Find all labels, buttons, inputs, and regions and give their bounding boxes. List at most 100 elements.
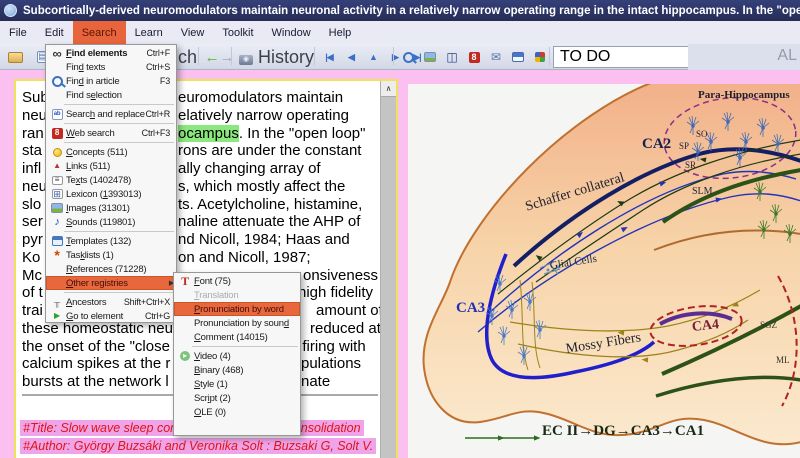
label-ca3: CA3 — [456, 300, 485, 317]
submenu-item-style[interactable]: Style (1) — [174, 377, 300, 391]
dictionary-button[interactable]: ◫ — [441, 46, 463, 68]
toolbar-right-panel: AL — [688, 44, 800, 70]
image-export-icon — [424, 52, 436, 62]
menu-item-texts[interactable]: ≡Texts (1402478) — [46, 173, 176, 187]
app-icon — [4, 4, 17, 17]
nav-button-1[interactable]: ◀ — [340, 46, 362, 68]
menu-item-search-and-replace[interactable]: abSearch and replaceCtrl+R — [46, 107, 176, 121]
menu-item-other-registries[interactable]: Other registries▶ — [46, 276, 176, 290]
search-menu: ∞Find elementsCtrl+FFind textsCtrl+SFind… — [45, 44, 177, 323]
binoculars-icon: ∞ — [52, 48, 63, 59]
label-ca2: CA2 — [642, 136, 671, 153]
article-line: sernaline attenuate the AHP of — [22, 213, 43, 231]
history-label: History — [258, 47, 314, 68]
menu-item-sounds[interactable]: ♪Sounds (119801) — [46, 215, 176, 229]
label-para-hippocampus: Para-Hippocampus — [698, 89, 790, 101]
menubar-edit[interactable]: Edit — [36, 21, 73, 44]
menubar-toolkit[interactable]: Toolkit — [213, 21, 262, 44]
submenu-item-font[interactable]: TFont (75) — [174, 274, 300, 288]
search-button[interactable] — [397, 46, 419, 68]
font-icon: T — [180, 276, 191, 287]
article-line: Mconsiveness — [22, 267, 42, 285]
label-so: SO — [696, 129, 708, 139]
go-to-element-icon: ▶ — [52, 311, 63, 322]
texts-icon: ≡ — [52, 176, 63, 185]
nav-button-2[interactable]: ▲ — [362, 46, 384, 68]
label-sr: SR — [685, 160, 696, 170]
label-circuit-legend: EC II→DG→CA3→CA1 — [542, 423, 704, 440]
lexicon-icon: ⊞ — [52, 189, 63, 199]
menu-item-concepts[interactable]: Concepts (511) — [46, 145, 176, 159]
menu-item-images[interactable]: Images (31301) — [46, 201, 176, 215]
web-search-button[interactable]: 8 — [463, 46, 485, 68]
todo-input[interactable] — [553, 46, 691, 68]
window-button[interactable] — [507, 46, 529, 68]
window-icon — [512, 52, 524, 62]
menu-item-tasklists[interactable]: *Tasklists (1) — [46, 248, 176, 262]
article-line: pyrnd Nicoll, 1984; Haas and — [22, 231, 43, 249]
supermemo-window: Subcortically-derived neuromodulators ma… — [0, 0, 800, 458]
ancestors-icon: ╥ — [52, 297, 63, 308]
submenu-item-pronunciation-by-word[interactable]: Pronunciation by word — [174, 302, 300, 316]
menubar-view[interactable]: View — [172, 21, 214, 44]
other-registries-submenu: TFont (75)TranslationPronunciation by wo… — [173, 272, 301, 436]
menu-item-find-selection[interactable]: Find selection — [46, 88, 176, 102]
menu-item-find-texts[interactable]: Find textsCtrl+S — [46, 60, 176, 74]
mail-icon: ✉ — [491, 52, 502, 63]
article-line: ranocampus. In the "open loop" — [22, 125, 44, 143]
menu-item-links[interactable]: ▲Links (511) — [46, 159, 176, 173]
lightbulb-icon — [53, 148, 62, 157]
images-icon — [51, 203, 63, 213]
menu-item-go-to-element[interactable]: ▶Go to elementCtrl+G — [46, 309, 176, 323]
menubar-help[interactable]: Help — [320, 21, 361, 44]
scroll-up-button[interactable]: ∧ — [381, 81, 396, 97]
mail-button[interactable]: ✉ — [485, 46, 507, 68]
article-line: bursts at the network lnate — [22, 373, 169, 391]
menubar-search[interactable]: Search — [73, 21, 126, 44]
replace-icon: ab — [52, 109, 63, 120]
submenu-item-script[interactable]: Script (2) — [174, 391, 300, 405]
menu-item-find-in-article[interactable]: Find in articleF3 — [46, 74, 176, 88]
search-button-fragment[interactable]: ch — [178, 47, 197, 68]
templates-icon — [52, 236, 63, 246]
menubar-learn[interactable]: Learn — [126, 21, 172, 44]
camera-icon: ◉ — [239, 55, 253, 65]
history-button[interactable]: ◉ History — [233, 44, 320, 70]
image-export-button[interactable] — [419, 46, 441, 68]
submenu-item-binary[interactable]: Binary (468) — [174, 363, 300, 377]
links-icon: ▲ — [52, 161, 63, 172]
menu-item-references[interactable]: References (71228) — [46, 262, 176, 276]
label-sp: SP — [679, 141, 689, 151]
menu-item-find-elements[interactable]: ∞Find elementsCtrl+F — [46, 46, 176, 60]
article-line: neuelatively narrow operating — [22, 107, 47, 125]
submenu-item-comment[interactable]: Comment (14015) — [174, 330, 300, 344]
article-line: the onset of the "closet firing with — [22, 338, 170, 356]
article-line: slots. Acetylcholine, histamine, — [22, 196, 41, 214]
brain-outline — [424, 84, 800, 444]
image-pane[interactable]: Para-HippocampusCA2SPSOSRSLMSchaffer col… — [408, 84, 800, 458]
menu-bar: FileEditSearchLearnViewToolkitWindowHelp — [0, 21, 800, 44]
search-icon — [403, 52, 414, 63]
menu-item-templates[interactable]: Templates (132) — [46, 234, 176, 248]
hippocampus-diagram — [408, 84, 800, 458]
label-ml: ML — [776, 355, 790, 365]
history-icon-slot: ◉ — [239, 48, 253, 66]
submenu-item-pronunciation-by-sound[interactable]: Pronunciation by sound — [174, 316, 300, 330]
menu-item-lexicon[interactable]: ⊞Lexicon (1393013) — [46, 187, 176, 201]
article-line: traiamount of — [22, 302, 43, 320]
article-line: neus, which mostly affect the — [22, 178, 47, 196]
menu-item-ancestors[interactable]: ╥AncestorsShift+Ctrl+X — [46, 295, 176, 309]
submenu-item-video[interactable]: ▸Video (4) — [174, 349, 300, 363]
windows-button[interactable] — [529, 46, 551, 68]
title-bar: Subcortically-derived neuromodulators ma… — [0, 0, 800, 21]
nav-button-0[interactable]: |◀ — [318, 46, 340, 68]
article-scrollbar[interactable]: ∧ — [380, 81, 396, 458]
windows-icon — [535, 52, 545, 62]
menu-item-web-search[interactable]: 8Web searchCtrl+F3 — [46, 126, 176, 140]
open-folder-icon — [8, 52, 23, 63]
open-collection-button[interactable] — [4, 46, 26, 68]
menubar-window[interactable]: Window — [263, 21, 320, 44]
menubar-file[interactable]: File — [0, 21, 36, 44]
web-search-icon: 8 — [52, 128, 63, 139]
submenu-item-ole[interactable]: OLE (0) — [174, 405, 300, 419]
